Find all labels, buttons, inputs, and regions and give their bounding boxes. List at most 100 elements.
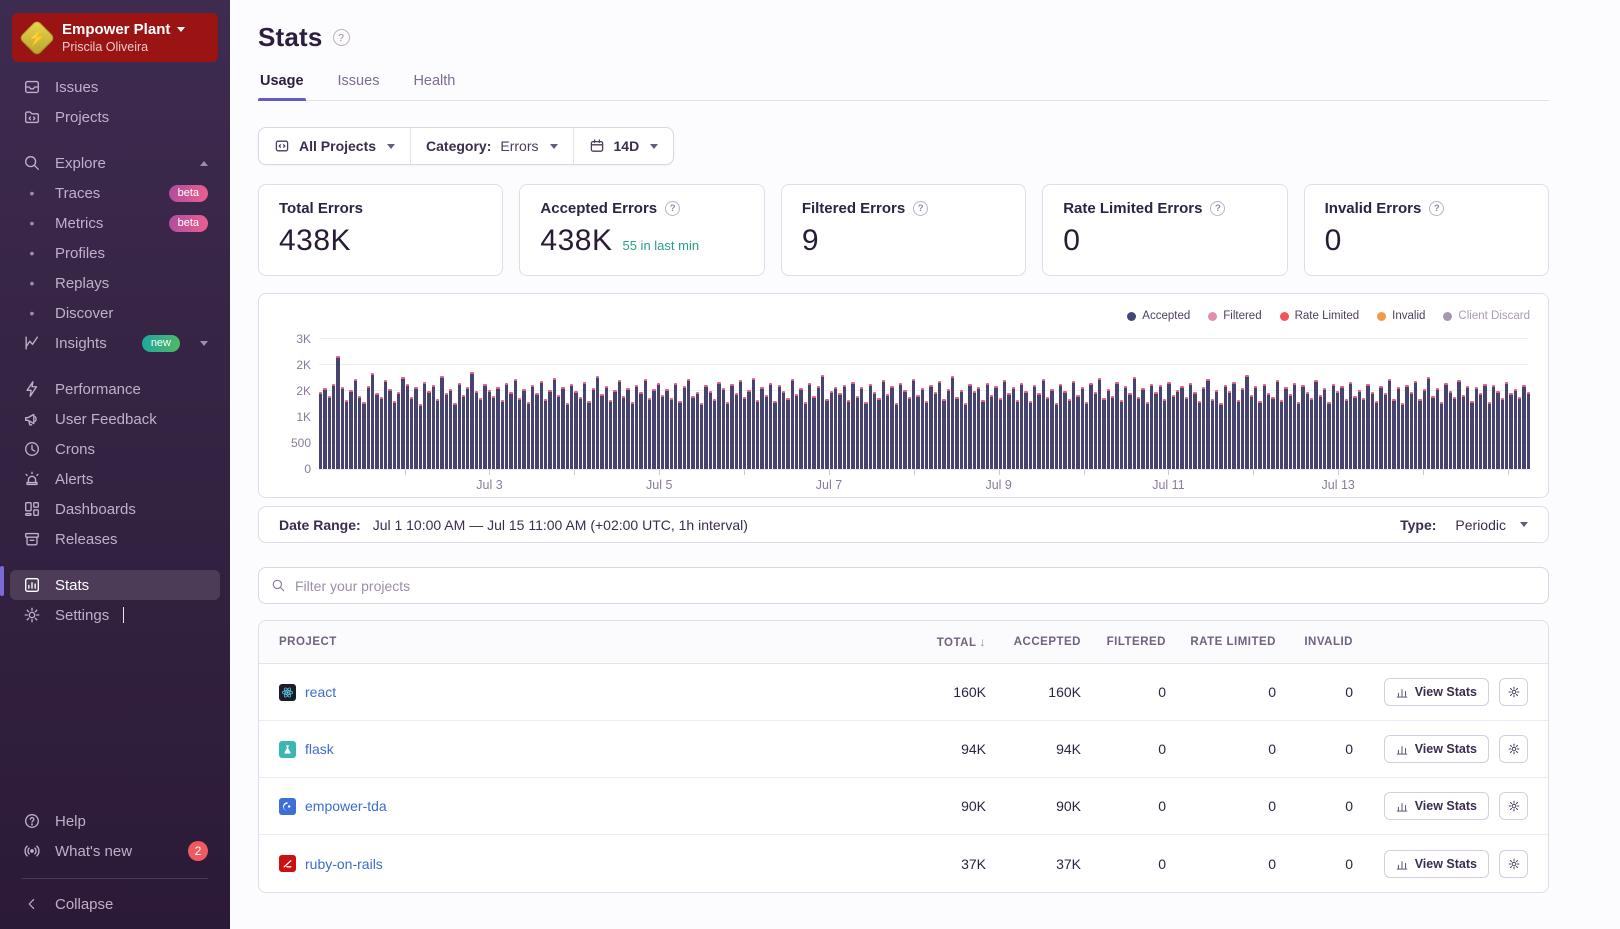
chart-bar [981,400,984,469]
help-icon[interactable]: ? [913,201,928,216]
bar-accepted-segment [358,398,361,469]
scorecard-title: Invalid Errors [1325,200,1422,217]
x-axis-tick [914,470,915,475]
legend-item-invalid[interactable]: Invalid [1377,310,1425,322]
bar-accepted-segment [432,387,435,469]
col-filtered[interactable]: Filtered [1081,636,1166,648]
view-stats-button[interactable]: View Stats [1384,678,1489,706]
chart-bar [769,383,772,469]
legend-item-filtered[interactable]: Filtered [1208,310,1261,322]
legend-dot [1377,312,1386,321]
sidebar-item-settings[interactable]: Settings [10,600,220,630]
project-selector[interactable]: All Projects [259,128,410,164]
bar-accepted-segment [436,401,439,469]
bar-accepted-segment [319,394,322,469]
type-selector[interactable]: Type: Periodic [1400,517,1528,533]
bar-accepted-segment [713,401,716,469]
chart-bar [1306,392,1309,469]
sidebar-item-issues[interactable]: Issues [10,72,220,102]
legend-item-rate-limited[interactable]: Rate Limited [1280,310,1360,322]
chart-bar [635,385,638,469]
project-search-input[interactable] [295,578,1536,594]
view-stats-button[interactable]: View Stats [1384,792,1489,820]
sidebar-item-crons[interactable]: Crons [10,434,220,464]
project-link[interactable]: flask [305,741,334,757]
date-range-selector[interactable]: 14D [573,128,674,164]
sidebar-item-whats-new[interactable]: What's new 2 [10,836,220,866]
sidebar-item-discover[interactable]: • Discover [10,298,220,328]
org-switcher[interactable]: ⚡ Empower Plant Priscila Oliveira [12,13,218,62]
bar-accepted-segment [561,389,564,469]
help-icon[interactable]: ? [665,201,680,216]
chart-bar [908,397,911,469]
org-name: Empower Plant [62,21,170,38]
sidebar-item-explore[interactable]: Explore [10,148,220,178]
sidebar-collapse-button[interactable]: Collapse [10,889,220,919]
project-settings-button[interactable] [1499,735,1528,763]
chart-bar [1012,387,1015,469]
bar-accepted-segment [1124,388,1127,469]
category-selector[interactable]: Category: Errors [410,128,572,164]
chart-legend: Accepted Filtered Rate Limited Invalid C… [273,306,1534,332]
bar-accepted-segment [1453,399,1456,469]
sidebar-item-traces[interactable]: • Traces beta [10,178,220,208]
project-settings-button[interactable] [1499,792,1528,820]
view-stats-button[interactable]: View Stats [1384,850,1489,878]
bar-accepted-segment [1167,384,1170,469]
sidebar-item-releases[interactable]: Releases [10,524,220,554]
sidebar-item-replays[interactable]: • Replays [10,268,220,298]
project-settings-button[interactable] [1499,678,1528,706]
cell-accepted: 160K [986,684,1081,700]
col-total[interactable]: Total↓ [891,635,986,649]
bar-accepted-segment [1076,397,1079,469]
project-link[interactable]: empower-tda [305,798,387,814]
legend-label: Rate Limited [1295,310,1360,322]
sidebar-item-user-feedback[interactable]: User Feedback [10,404,220,434]
col-rate-limited[interactable]: Rate Limited [1166,636,1276,648]
tab-issues[interactable]: Issues [336,73,382,100]
col-invalid[interactable]: Invalid [1276,636,1353,648]
x-axis-tick [405,470,406,475]
stacked-bar-series[interactable] [319,334,1528,469]
bar-accepted-segment [1172,397,1175,470]
bar-accepted-segment [1024,393,1027,469]
chart-bar [1063,391,1066,469]
chart-bar [670,398,673,469]
legend-item-client-discard[interactable]: Client Discard [1443,310,1530,322]
sidebar-item-projects[interactable]: Projects [10,102,220,132]
chart-bar [427,391,430,469]
project-settings-button[interactable] [1499,850,1528,878]
bar-accepted-segment [527,404,530,469]
sidebar-item-help[interactable]: Help [10,806,220,836]
date-range-bar: Date Range: Jul 1 10:00 AM — Jul 15 11:0… [258,506,1549,543]
project-link[interactable]: ruby-on-rails [305,856,383,872]
sidebar-item-profiles[interactable]: • Profiles [10,238,220,268]
sidebar-scrollbar-thumb[interactable] [0,566,4,596]
help-icon[interactable]: ? [1210,201,1225,216]
sidebar-item-stats[interactable]: Stats [10,570,220,600]
chart-bar [1323,388,1326,469]
chart-bar [1345,399,1348,469]
chart-bar [1301,385,1304,469]
bar-accepted-segment [1102,400,1105,469]
col-accepted[interactable]: Accepted [986,636,1081,648]
sidebar-item-metrics[interactable]: • Metrics beta [10,208,220,238]
bar-accepted-segment [1527,394,1530,469]
sidebar-item-dashboards[interactable]: Dashboards [10,494,220,524]
scorecard-value: 0 [1063,224,1080,258]
tab-usage[interactable]: Usage [258,73,306,100]
col-project[interactable]: Project [279,636,891,648]
sidebar-item-alerts[interactable]: Alerts [10,464,220,494]
help-icon[interactable]: ? [1429,201,1444,216]
sidebar-item-insights[interactable]: Insights new [10,328,220,358]
sidebar-item-label: Metrics [55,215,103,232]
bar-accepted-segment [579,399,582,469]
view-stats-button[interactable]: View Stats [1384,735,1489,763]
project-link[interactable]: react [305,684,336,700]
tab-health[interactable]: Health [411,73,457,100]
page-title-help-icon[interactable]: ? [333,29,350,46]
legend-item-accepted[interactable]: Accepted [1127,310,1190,322]
sidebar-item-label: Crons [55,441,95,458]
sidebar-item-performance[interactable]: Performance [10,374,220,404]
divider [22,878,208,879]
